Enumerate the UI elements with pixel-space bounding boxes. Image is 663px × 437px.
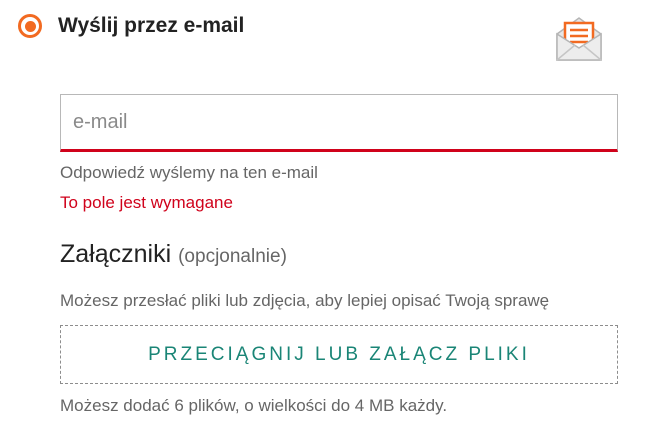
dropzone-label: PRZECIĄGNIJ LUB ZAŁĄCZ PLIKI [148, 343, 530, 365]
email-error-message: To pole jest wymagane [60, 193, 233, 212]
email-field-container [60, 94, 618, 152]
email-option-label: Wyślij przez e-mail [58, 14, 245, 37]
email-delivery-option[interactable]: Wyślij przez e-mail [18, 14, 244, 38]
attachments-heading: Załączniki (opcjonalnie) [60, 240, 287, 269]
attachments-title: Załączniki [60, 240, 172, 268]
email-helper-text: Odpowiedź wyślemy na ten e-mail [60, 163, 318, 182]
envelope-letter-icon [556, 17, 602, 61]
radio-dot [24, 20, 36, 32]
attachments-optional-note: (opcjonalnie) [178, 246, 287, 267]
email-field[interactable] [61, 95, 617, 149]
attachments-limits-text: Możesz dodać 6 plików, o wielkości do 4 … [60, 396, 448, 415]
file-dropzone[interactable]: PRZECIĄGNIJ LUB ZAŁĄCZ PLIKI [60, 325, 618, 384]
attachments-description: Możesz przesłać pliki lub zdjęcia, aby l… [60, 291, 550, 310]
radio-selected[interactable] [18, 14, 42, 38]
